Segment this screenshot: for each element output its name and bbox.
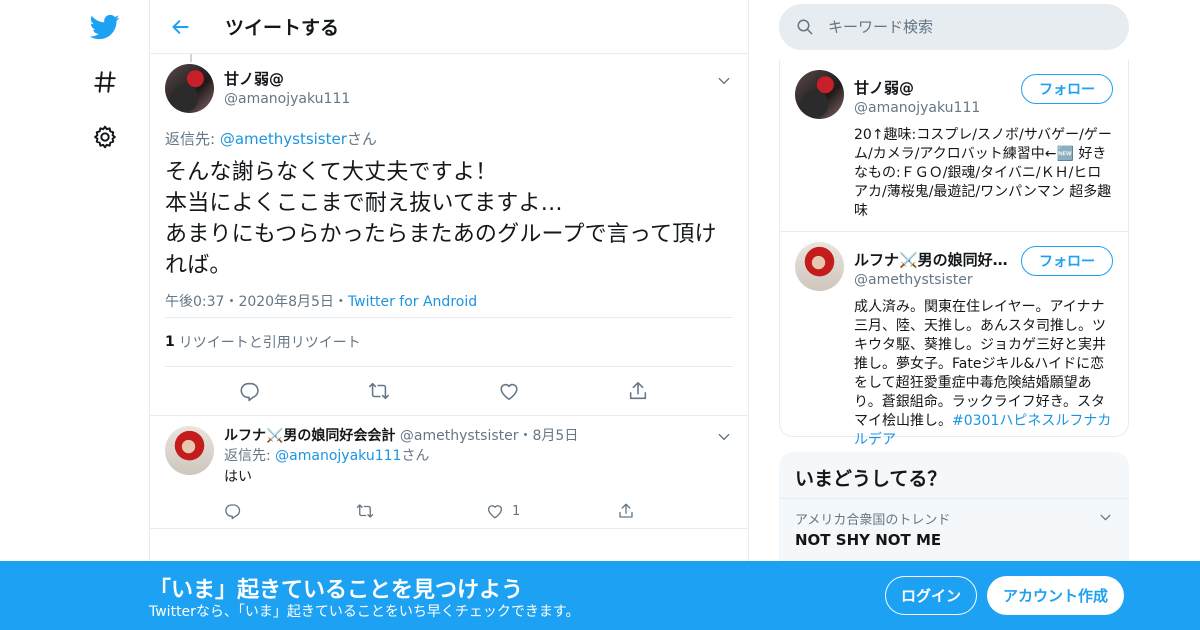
trend-category: アメリカ合衆国のトレンド <box>795 513 951 528</box>
share-button[interactable] <box>621 374 655 408</box>
tweet-menu-button[interactable] <box>715 72 733 90</box>
author-name[interactable]: 甘ノ弱@ <box>224 68 350 89</box>
profile-bio: 20↑趣味:コスプレ/スノボ/サバゲー/ゲーム/カメラ/アクロバット練習中←🆕 … <box>854 127 1112 219</box>
trend-name[interactable]: NOT SHY NOT ME <box>795 531 1113 549</box>
tweet-date[interactable]: 8月5日 <box>533 428 579 444</box>
share-icon <box>619 503 633 518</box>
main-column: ツイートする 甘ノ弱@ @amanojyaku111 返信先: @amethys… <box>149 0 749 630</box>
retweet-button[interactable] <box>362 374 396 408</box>
explore-link[interactable] <box>85 62 125 102</box>
retweet-icon <box>369 382 390 400</box>
twitter-logo-link[interactable] <box>85 7 125 47</box>
profile-bio-text: 成人済み。関東在住レイヤー。アイナナ三月、陸、天推し。あんスタ司推し。ツキウタ駆… <box>854 299 1106 429</box>
author-handle[interactable]: @amanojyaku111 <box>224 91 350 107</box>
tweet-source-link[interactable]: Twitter for Android <box>348 294 477 310</box>
reply-prefix: 返信先: <box>224 448 276 464</box>
search-icon <box>797 19 813 35</box>
retweet-button[interactable] <box>355 502 486 520</box>
tweet-text: そんな謝らなくて大丈夫ですよ！ 本当によくここまで耐え抜いてますよ… あまりにも… <box>165 160 717 278</box>
chevron-down-icon <box>718 433 730 441</box>
tweet-time[interactable]: 午後0:37 <box>165 294 224 310</box>
profile-bio: 成人済み。関東在住レイヤー。アイナナ三月、陸、天推し。あんスタ司推し。ツキウタ駆… <box>854 298 1113 450</box>
follow-button[interactable]: フォロー <box>1021 246 1113 276</box>
arrow-left-icon <box>172 19 189 34</box>
reply-icon <box>225 504 241 520</box>
reply-suffix: さん <box>346 130 377 148</box>
chevron-down-icon <box>718 77 730 85</box>
tweet-date[interactable]: 2020年8月5日 <box>238 294 333 310</box>
trend-item[interactable]: アメリカ合衆国のトレンド NOT SHY NOT ME <box>779 499 1129 559</box>
trends-title: いまどうしてる？ <box>779 452 1129 499</box>
hashtag-icon <box>94 71 116 93</box>
author-name[interactable]: ルフナ⚔️男の娘同好会会計 <box>224 428 395 444</box>
retweet-icon <box>356 504 374 518</box>
tweet-actions <box>165 367 733 415</box>
search-input[interactable] <box>828 18 1108 36</box>
settings-link[interactable] <box>85 117 125 157</box>
retweet-count: 1 <box>165 334 175 350</box>
avatar[interactable] <box>795 242 844 291</box>
page-title: ツイートする <box>225 17 340 39</box>
profile-card[interactable]: 甘ノ弱@ @amanojyaku111 20↑趣味:コスプレ/スノボ/サバゲー/… <box>780 60 1128 231</box>
follow-button[interactable]: フォロー <box>1021 74 1113 104</box>
reply-button[interactable] <box>233 374 267 408</box>
avatar[interactable] <box>165 426 214 475</box>
signup-banner: 「いま」起きていることを見つけよう Twitterなら、「いま」起きていることを… <box>0 561 1200 630</box>
reply-context: 返信先: @amethystsisterさん <box>165 128 733 149</box>
search-bar[interactable] <box>779 4 1129 50</box>
like-button[interactable] <box>492 374 526 408</box>
share-button[interactable] <box>617 502 748 520</box>
chevron-down-icon <box>1100 514 1110 520</box>
related-profiles: 甘ノ弱@ @amanojyaku111 20↑趣味:コスプレ/スノボ/サバゲー/… <box>779 60 1129 448</box>
gear-icon <box>94 125 116 149</box>
reply-icon <box>240 382 259 402</box>
signup-button[interactable]: アカウント作成 <box>987 576 1124 615</box>
author-handle[interactable]: @amethystsister <box>400 428 519 444</box>
right-sidebar: 甘ノ弱@ @amanojyaku111 20↑趣味:コスプレ/スノボ/サバゲー/… <box>779 0 1129 630</box>
like-icon <box>500 383 518 401</box>
reply-tweet[interactable]: ルフナ⚔️男の娘同好会会計 @amethystsister・8月5日 返信先: … <box>150 416 748 529</box>
back-button[interactable] <box>170 16 192 38</box>
reply-prefix: 返信先: <box>165 130 220 148</box>
tweet-text: はい <box>224 469 252 485</box>
reply-to-link[interactable]: @amanojyaku111 <box>275 448 401 464</box>
tweet-menu-button[interactable] <box>715 428 733 446</box>
login-button[interactable]: ログイン <box>885 576 977 615</box>
tweet-meta: 午後0:37・2020年8月5日・Twitter for Android <box>165 291 733 317</box>
meta-separator: ・ <box>333 294 348 310</box>
trend-menu-button[interactable] <box>1097 509 1113 525</box>
share-icon <box>630 381 647 400</box>
profile-card[interactable]: ルフナ⚔️男の娘同好… @amethystsister 成人済み。関東在住レイヤ… <box>780 231 1128 460</box>
banner-subtitle: Twitterなら、「いま」起きていることをいち早くチェックできます。 <box>149 604 580 620</box>
profile-name[interactable]: ルフナ⚔️男の娘同好… <box>854 249 1014 270</box>
reply-context: 返信先: @amanojyaku111さん <box>224 446 748 466</box>
reply-suffix: さん <box>401 448 430 464</box>
like-icon <box>487 505 503 519</box>
twitter-bird-icon <box>90 14 120 40</box>
meta-separator: ・ <box>518 428 533 444</box>
like-button[interactable]: 1 <box>486 502 617 520</box>
retweet-label: リツイートと引用リツイート <box>178 335 361 351</box>
focus-tweet: 甘ノ弱@ @amanojyaku111 返信先: @amethystsister… <box>150 54 748 416</box>
avatar[interactable] <box>165 64 214 113</box>
tweet-actions: 1 <box>224 498 748 524</box>
page-header: ツイートする <box>150 0 748 54</box>
profile-name[interactable]: 甘ノ弱@ <box>854 77 1014 98</box>
meta-separator: ・ <box>224 294 239 310</box>
tweet-stats[interactable]: 1 リツイートと引用リツイート <box>165 317 733 367</box>
reply-to-link[interactable]: @amethystsister <box>220 130 347 148</box>
avatar[interactable] <box>795 70 844 119</box>
banner-title: 「いま」起きていることを見つけよう <box>149 578 524 603</box>
like-count: 1 <box>512 503 521 519</box>
left-nav <box>80 0 130 630</box>
reply-button[interactable] <box>224 502 355 520</box>
